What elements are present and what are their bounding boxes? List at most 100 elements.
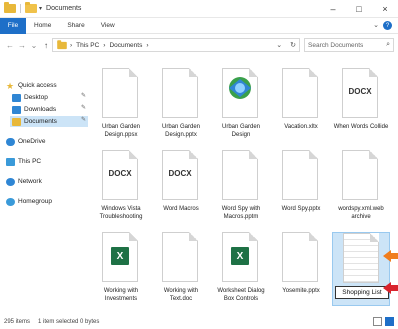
- file-item[interactable]: X Working with Investments: [92, 232, 150, 312]
- item-count: 295 items: [4, 319, 31, 325]
- tab-view[interactable]: View: [93, 22, 123, 29]
- address-bar[interactable]: › This PC › Documents › ⌄ ↻: [52, 38, 300, 52]
- quick-access-toolbar: ▾: [0, 2, 42, 13]
- large-icons-view-icon[interactable]: [385, 317, 394, 326]
- docx-label: DOCX: [348, 87, 372, 96]
- file-thumbnail: X: [102, 232, 138, 282]
- nav-homegroup[interactable]: Homegroup: [6, 196, 86, 207]
- blank-document-icon: [162, 68, 198, 118]
- file-name: Working with Investments: [103, 288, 139, 302]
- nav-quick-access[interactable]: ★ Quick access: [6, 80, 86, 91]
- homegroup-icon: [6, 197, 15, 206]
- text-document-icon: [343, 233, 379, 283]
- refresh-icon[interactable]: ↻: [290, 41, 296, 49]
- blank-document-icon: [222, 150, 258, 200]
- file-item[interactable]: Word Spy.pptx: [272, 150, 330, 230]
- file-thumbnail: [282, 232, 318, 282]
- docx-label: DOCX: [108, 169, 132, 178]
- window-title: Documents: [46, 5, 82, 12]
- ribbon-right: ⌄ ?: [373, 21, 392, 30]
- forward-arrow-icon[interactable]: →: [16, 41, 28, 50]
- breadcrumb-separator: ›: [70, 41, 73, 49]
- blank-document-icon: [282, 150, 318, 200]
- nav-label: Downloads: [24, 106, 57, 113]
- file-name: Word Spy.pptx: [281, 206, 321, 212]
- file-name: Urban Garden Design.pptx: [161, 124, 201, 138]
- nav-desktop[interactable]: Desktop ✎: [12, 92, 88, 103]
- nav-documents[interactable]: Documents ✎: [10, 116, 88, 127]
- excel-document-icon: X: [102, 232, 138, 282]
- up-arrow-icon[interactable]: ↑: [40, 41, 52, 50]
- close-button[interactable]: ×: [372, 0, 398, 18]
- file-thumbnail: [102, 68, 138, 118]
- nav-network[interactable]: Network: [6, 176, 86, 187]
- file-name: Worksheet Dialog Box Controls: [217, 288, 265, 302]
- file-name: Urban Garden Design.ppsx: [101, 124, 141, 138]
- new-folder-icon[interactable]: [25, 2, 37, 13]
- file-thumbnail: DOCX: [102, 150, 138, 200]
- nav-onedrive[interactable]: OneDrive: [6, 136, 86, 147]
- rename-input[interactable]: Shopping List: [335, 286, 389, 299]
- folder-icon[interactable]: [4, 2, 16, 13]
- nav-downloads[interactable]: Downloads ✎: [12, 104, 88, 115]
- nav-this-pc[interactable]: This PC: [6, 156, 86, 167]
- file-item[interactable]: wordspy.xml.web archive: [332, 150, 390, 230]
- red-callout-arrow-icon: [383, 282, 398, 294]
- title-bar: ▾ Documents – □ ×: [0, 0, 398, 18]
- recent-locations-icon[interactable]: ⌄: [28, 41, 40, 50]
- desktop-icon: [12, 93, 21, 102]
- file-thumbnail: [222, 150, 258, 200]
- file-item[interactable]: Working with Text.doc: [152, 232, 210, 312]
- file-item[interactable]: Urban Garden Design.pptx: [152, 68, 210, 148]
- pin-icon[interactable]: ✎: [81, 116, 86, 123]
- file-thumbnail: [222, 68, 258, 118]
- help-icon[interactable]: ?: [383, 21, 392, 30]
- file-item[interactable]: DOCX When Words Collide: [332, 68, 390, 148]
- pin-icon[interactable]: ✎: [81, 92, 86, 99]
- documents-icon: [12, 117, 21, 126]
- file-name: Word Spy with Macros.pptm: [221, 206, 261, 220]
- selected-file-item[interactable]: Shopping List: [332, 232, 390, 306]
- file-item[interactable]: Urban Garden Design.ppsx: [92, 68, 150, 148]
- search-input[interactable]: Search Documents ⌕: [304, 38, 394, 52]
- file-item[interactable]: Urban Garden Design: [212, 68, 270, 148]
- expand-ribbon-icon[interactable]: ⌄: [373, 21, 379, 30]
- downloads-icon: [12, 105, 21, 114]
- file-item[interactable]: Yosemite.pptx: [272, 232, 330, 312]
- blank-document-icon: [282, 232, 318, 282]
- file-item[interactable]: X Worksheet Dialog Box Controls: [212, 232, 270, 312]
- details-view-icon[interactable]: [373, 317, 382, 326]
- back-arrow-icon[interactable]: ←: [4, 41, 16, 50]
- tab-home[interactable]: Home: [26, 22, 59, 29]
- file-item[interactable]: Word Spy with Macros.pptm: [212, 150, 270, 230]
- divider: [20, 4, 21, 13]
- customize-quick-access-icon[interactable]: ▾: [39, 5, 42, 12]
- window-controls: – □ ×: [320, 0, 398, 18]
- status-bar: 295 items 1 item selected 0 bytes: [0, 315, 398, 329]
- maximize-button[interactable]: □: [346, 0, 372, 18]
- docx-document-icon: DOCX: [102, 150, 138, 200]
- network-icon: [6, 177, 15, 186]
- excel-icon: X: [231, 247, 249, 265]
- breadcrumb-documents[interactable]: Documents: [109, 42, 142, 49]
- file-name: Urban Garden Design: [221, 124, 261, 138]
- pin-icon[interactable]: ✎: [81, 104, 86, 111]
- web-document-icon: [222, 68, 258, 118]
- file-thumbnail: [162, 232, 198, 282]
- breadcrumb-this-pc[interactable]: This PC: [76, 42, 99, 49]
- computer-icon: [6, 157, 15, 166]
- file-name: Word Macros: [163, 206, 199, 212]
- tab-share[interactable]: Share: [59, 22, 92, 29]
- address-dropdown-icon[interactable]: ⌄: [276, 41, 282, 49]
- excel-icon: X: [111, 247, 129, 265]
- file-view: Urban Garden Design.ppsx Urban Garden De…: [92, 58, 395, 314]
- file-item[interactable]: DOCX Word Macros: [152, 150, 210, 230]
- file-thumbnail: DOCX: [162, 150, 198, 200]
- minimize-button[interactable]: –: [320, 0, 346, 18]
- tab-file[interactable]: File: [0, 17, 26, 34]
- docx-label: DOCX: [168, 169, 192, 178]
- file-item[interactable]: Vacation.xltx: [272, 68, 330, 148]
- file-item[interactable]: DOCX Windows Vista Troubleshooting: [92, 150, 150, 230]
- address-actions: ⌄ ↻: [276, 41, 296, 49]
- nav-label: This PC: [18, 158, 42, 165]
